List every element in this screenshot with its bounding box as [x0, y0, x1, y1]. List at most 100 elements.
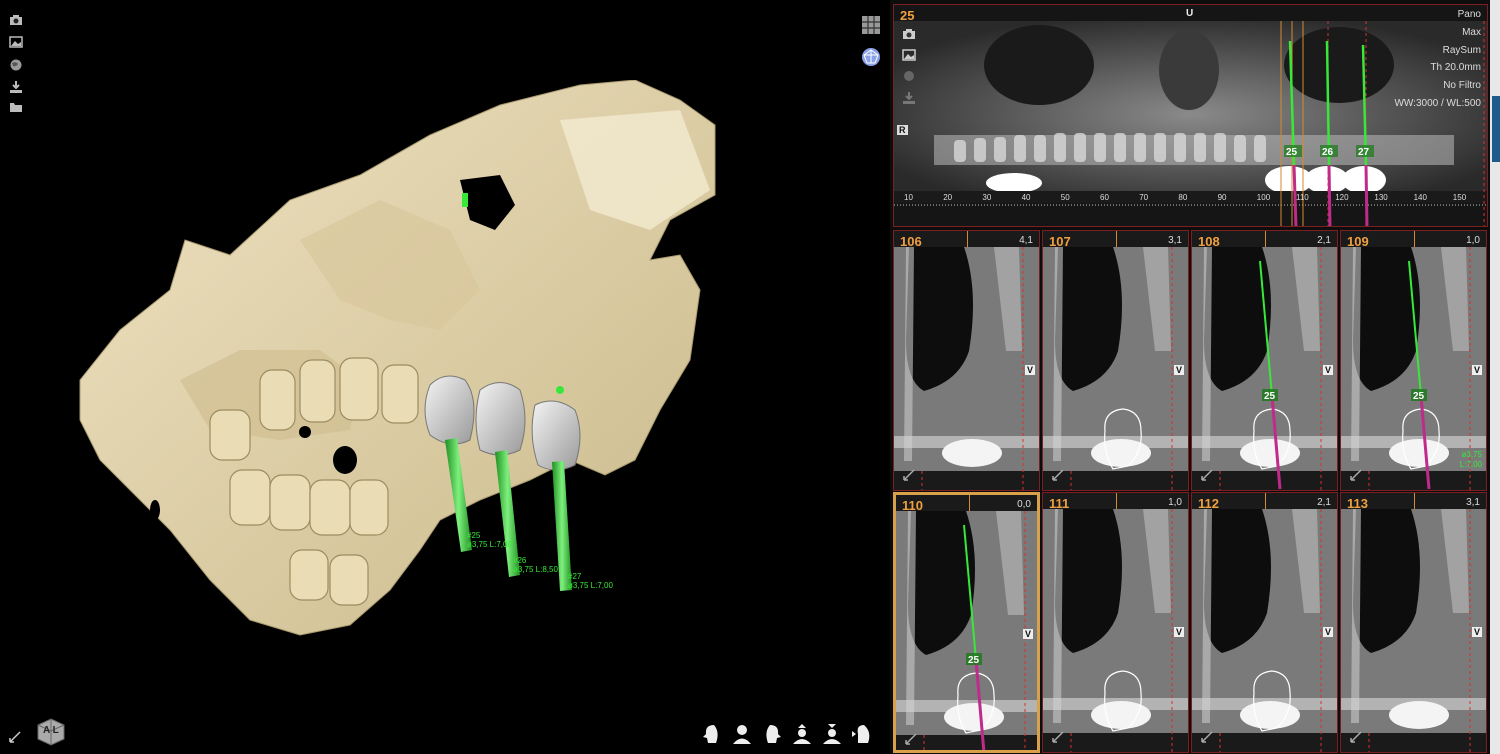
info-filter: No Filtro [1443, 80, 1481, 91]
implant-label-27: #27 ø3,75 L:7,00 [568, 572, 613, 590]
view-label: V [1471, 627, 1482, 637]
cross-section-number: 113 [1347, 496, 1368, 511]
ruler-tick-label: 100 [1257, 193, 1271, 202]
cross-section-image[interactable] [1341, 493, 1487, 753]
download-icon[interactable] [8, 80, 24, 94]
collapse-arrows-icon[interactable] [902, 468, 916, 487]
head-front-icon[interactable] [730, 722, 754, 746]
cross-section-offset: 0,0 [1017, 499, 1031, 510]
cross-section-number: 111 [1049, 496, 1070, 511]
info-window-level: WW:3000 / WL:500 [1394, 98, 1481, 109]
moon-icon[interactable] [860, 76, 884, 100]
implant-detail: ø3,75 L:7,00 [1459, 450, 1482, 469]
ruler-tick-label: 30 [982, 193, 991, 202]
right-panel: 25 U 25 26 27 10 20 30 40 50 60 70 80 90… [890, 0, 1500, 754]
view-label: V [1024, 365, 1035, 375]
pano-download-icon[interactable] [902, 91, 916, 110]
view-label: V [1322, 365, 1333, 375]
cross-section-number: 110 [902, 498, 923, 513]
cross-section-image[interactable]: 25 [896, 495, 1040, 753]
info-mode: Pano [1457, 9, 1481, 20]
cross-section-view-112[interactable]: 112 2,1 V [1191, 492, 1338, 753]
ruler-tick-label: 110 [1296, 193, 1309, 202]
mesh-grid-icon[interactable] [860, 14, 884, 38]
cross-section-image[interactable] [1043, 231, 1189, 491]
info-thickness: Th 20.0mm [1430, 62, 1481, 73]
view-label: V [1022, 629, 1033, 639]
head-right-icon[interactable] [760, 722, 784, 746]
cross-section-view-108[interactable]: 25 108 2,1 V [1191, 230, 1338, 491]
ruler-tick-label: 70 [1139, 193, 1148, 202]
ruler-tick-label: 140 [1414, 193, 1428, 202]
camera-icon[interactable] [8, 14, 24, 28]
ruler-tick-label: 90 [1218, 193, 1227, 202]
collapse-arrows-icon[interactable] [1051, 468, 1065, 487]
collapse-arrows-icon[interactable] [904, 732, 918, 750]
cross-section-view-107[interactable]: 107 3,1 V [1042, 230, 1189, 491]
head-left-icon[interactable] [700, 722, 724, 746]
render-sphere-icon[interactable] [860, 46, 884, 70]
ruler-tick-label: 60 [1100, 193, 1109, 202]
cross-section-view-110[interactable]: 25 110 0,0 V [893, 492, 1040, 753]
cross-section-image[interactable]: 25 [1192, 231, 1338, 491]
side-tab[interactable] [1492, 96, 1500, 162]
image-icon[interactable] [8, 36, 24, 50]
3d-viewport[interactable]: #25 ø3,75 L:7,00 #26 ø3,75 L:8,50 #27 ø3,75… [0, 0, 890, 754]
collapse-arrows-icon[interactable] [1349, 468, 1363, 487]
pano-image-icon[interactable] [902, 48, 916, 66]
view-label: V [1322, 627, 1333, 637]
collapse-arrows-icon[interactable] [8, 730, 22, 744]
head-bottom-icon[interactable] [820, 722, 844, 746]
view-label: V [1173, 365, 1184, 375]
ruler-tick-label: 150 [1453, 193, 1467, 202]
implant-label-26: #26 ø3,75 L:8,50 [513, 556, 558, 574]
view-label: V [1471, 365, 1482, 375]
ruler-tick-label: 50 [1061, 193, 1070, 202]
panorama-view[interactable]: 25 U 25 26 27 10 20 30 40 50 60 70 80 90… [893, 4, 1488, 227]
info-max: Max [1462, 27, 1481, 38]
collapse-arrows-icon[interactable] [1051, 730, 1065, 749]
cross-section-offset: 1,0 [1466, 235, 1480, 246]
cross-section-offset: 2,1 [1317, 497, 1331, 508]
pano-implant-25: 25 [1286, 147, 1298, 158]
cross-section-image[interactable] [1043, 493, 1189, 753]
ruler-tick-label: 80 [1178, 193, 1187, 202]
ruler-tick-label: 130 [1374, 193, 1388, 202]
ruler-tick-label: 20 [943, 193, 952, 202]
cross-section-offset: 3,1 [1168, 235, 1182, 246]
cross-section-number: 112 [1198, 496, 1219, 511]
info-raysum: RaySum [1442, 45, 1481, 56]
ruler-tick-label: 120 [1335, 193, 1349, 202]
cross-section-view-106[interactable]: 106 4,1 V [893, 230, 1040, 491]
pano-globe-icon[interactable] [902, 69, 916, 88]
cross-section-view-113[interactable]: 113 3,1 V [1340, 492, 1487, 753]
head-back-icon[interactable] [850, 722, 874, 746]
head-top-icon[interactable] [790, 722, 814, 746]
implant-label-25: #25 ø3,75 L:7,00 [467, 531, 512, 549]
cross-section-offset: 4,1 [1019, 235, 1033, 246]
globe-icon[interactable] [8, 58, 24, 72]
cross-section-offset: 2,1 [1317, 235, 1331, 246]
ruler-tick-label: 10 [904, 193, 913, 202]
cross-section-number: 106 [900, 234, 922, 249]
view-label: V [1173, 627, 1184, 637]
collapse-arrows-icon[interactable] [1349, 730, 1363, 749]
orientation-cube[interactable]: A L [36, 717, 66, 747]
pano-implant-27: 27 [1358, 147, 1370, 158]
side-label: R [897, 125, 908, 135]
cross-section-view-109[interactable]: 25 109 1,0 V ø3,75 L:7,00 [1340, 230, 1487, 491]
cross-section-image[interactable] [1192, 493, 1338, 753]
cross-section-number: 109 [1347, 234, 1369, 249]
skull-3d-model[interactable] [60, 80, 740, 640]
pano-implant-26: 26 [1322, 147, 1334, 158]
pano-camera-icon[interactable] [902, 27, 916, 45]
folder-icon[interactable] [8, 101, 24, 115]
ruler-tick-label: 40 [1022, 193, 1031, 202]
cross-section-image[interactable] [894, 231, 1040, 491]
cs-implant-label: 25 [1413, 391, 1425, 402]
collapse-arrows-icon[interactable] [1200, 730, 1214, 749]
panorama-image[interactable]: 25 26 27 10 20 30 40 50 60 70 80 90 100 110 120 130 1… [894, 5, 1488, 227]
cross-section-number: 108 [1198, 234, 1220, 249]
collapse-arrows-icon[interactable] [1200, 468, 1214, 487]
cross-section-view-111[interactable]: 111 1,0 V [1042, 492, 1189, 753]
